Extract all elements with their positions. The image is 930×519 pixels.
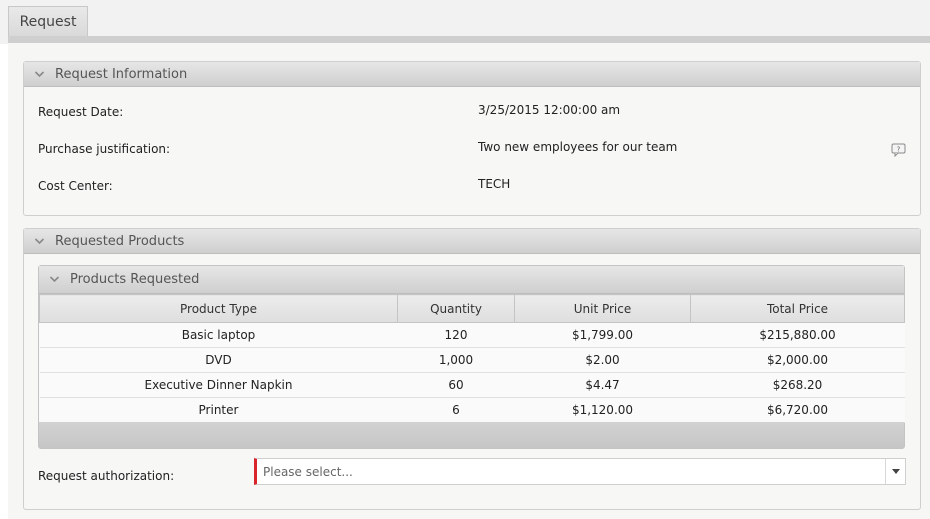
caret-down-icon[interactable] xyxy=(885,459,905,484)
request-date-label: Request Date: xyxy=(38,105,124,119)
chevron-down-icon[interactable] xyxy=(34,236,45,247)
purchase-justification-value: Two new employees for our team xyxy=(478,140,678,154)
grid-footer xyxy=(39,422,904,448)
requested-products-panel: Requested Products Products Requested Pr… xyxy=(23,228,921,510)
column-header-quantity[interactable]: Quantity xyxy=(397,294,515,323)
table-row[interactable]: Basic laptop 120 $1,799.00 $215,880.00 xyxy=(39,322,905,348)
cell-unit-price: $4.47 xyxy=(514,372,691,398)
cell-product-type: DVD xyxy=(39,347,398,373)
cell-unit-price: $2.00 xyxy=(514,347,691,373)
table-row[interactable]: Printer 6 $1,120.00 $6,720.00 xyxy=(39,397,905,423)
cell-unit-price: $1,120.00 xyxy=(514,397,691,423)
cell-quantity: 1,000 xyxy=(397,347,515,373)
table-row[interactable]: Executive Dinner Napkin 60 $4.47 $268.20 xyxy=(39,372,905,398)
request-authorization-placeholder: Please select... xyxy=(263,464,353,479)
request-information-panel: Request Information Request Date: 3/25/2… xyxy=(23,61,921,216)
requested-products-title: Requested Products xyxy=(55,233,185,249)
cell-quantity: 60 xyxy=(397,372,515,398)
cell-total-price: $268.20 xyxy=(690,372,905,398)
requested-products-header[interactable]: Requested Products xyxy=(24,229,920,254)
request-authorization-label: Request authorization: xyxy=(38,469,175,483)
column-header-unit-price[interactable]: Unit Price xyxy=(514,294,691,323)
table-row[interactable]: DVD 1,000 $2.00 $2,000.00 xyxy=(39,347,905,373)
cell-product-type: Executive Dinner Napkin xyxy=(39,372,398,398)
cell-total-price: $6,720.00 xyxy=(690,397,905,423)
tab-request-label: Request xyxy=(19,14,77,30)
comment-help-icon[interactable]: ? xyxy=(891,143,906,158)
request-date-value: 3/25/2015 12:00:00 am xyxy=(478,103,621,117)
purchase-justification-label: Purchase justification: xyxy=(38,142,171,156)
cell-product-type: Basic laptop xyxy=(39,322,398,348)
cell-unit-price: $1,799.00 xyxy=(514,322,691,348)
table-header-row: Product Type Quantity Unit Price Total P… xyxy=(39,294,905,323)
tab-request[interactable]: Request xyxy=(8,6,88,37)
svg-text:?: ? xyxy=(897,145,901,153)
tab-strip: Request xyxy=(0,0,930,44)
cell-quantity: 120 xyxy=(397,322,515,348)
products-requested-header[interactable]: Products Requested xyxy=(39,266,904,294)
products-table: Product Type Quantity Unit Price Total P… xyxy=(39,294,905,423)
cell-quantity: 6 xyxy=(397,397,515,423)
cell-total-price: $2,000.00 xyxy=(690,347,905,373)
chevron-down-icon[interactable] xyxy=(34,69,45,80)
request-authorization-select[interactable]: Please select... xyxy=(254,458,906,485)
column-header-product-type[interactable]: Product Type xyxy=(39,294,398,323)
cost-center-value: TECH xyxy=(478,177,511,191)
chevron-down-icon[interactable] xyxy=(49,274,60,285)
cell-product-type: Printer xyxy=(39,397,398,423)
cell-total-price: $215,880.00 xyxy=(690,322,905,348)
column-header-total-price[interactable]: Total Price xyxy=(690,294,905,323)
request-information-header[interactable]: Request Information xyxy=(24,62,920,87)
cost-center-label: Cost Center: xyxy=(38,179,113,193)
products-requested-title: Products Requested xyxy=(70,272,200,287)
tab-underline xyxy=(8,36,930,43)
request-information-title: Request Information xyxy=(55,66,188,82)
products-requested-grid: Products Requested Product Type Quantity… xyxy=(38,265,905,449)
